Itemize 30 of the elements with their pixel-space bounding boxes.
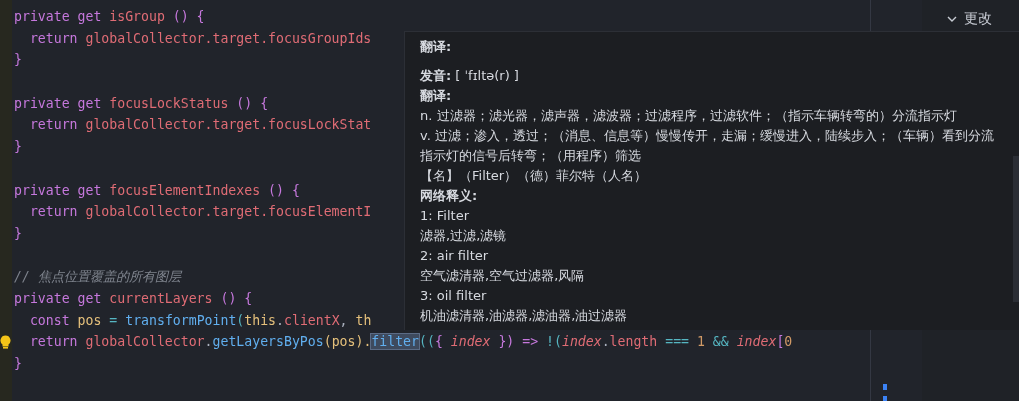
definition-text: 2: air filter [420, 247, 490, 265]
code-line: private get isGroup () { [14, 9, 205, 24]
section-heading: 网络释义: [420, 187, 479, 205]
code-line: } [14, 52, 22, 68]
code-line: } [14, 356, 22, 371]
code-line: private get currentLayers () { [14, 290, 253, 306]
minimap-marker [883, 396, 887, 401]
definition-text: 发音: [ ˈfɪltə(r) ] [420, 67, 520, 85]
code-line: } [14, 139, 22, 155]
code-line: return globalCollector.target.focusGroupIds [28, 30, 372, 46]
definition-text: 1: Filter [420, 207, 470, 225]
code-line: private get focusLockStatus () { [14, 95, 269, 111]
definition-text: 滤器,过滤,滤镜 [420, 227, 508, 245]
definition-text: 3: oil filter [420, 287, 488, 305]
minimap-marker [883, 384, 887, 390]
code-line: return globalCollector.target.focusElementI [28, 204, 372, 220]
definition-text: n. 过滤器；滤光器，滤声器，滤波器；过滤程序，过滤软件；（指示车辆转弯的）分流指示灯 [420, 107, 958, 125]
definition-text: 机油滤清器,油滤器,滤油器,油过滤器 [420, 307, 629, 325]
code-comment: // 焦点位置覆盖的所有图层 [14, 269, 181, 285]
code-line: } [14, 225, 22, 241]
section-header[interactable]: 更改 [946, 10, 992, 28]
code-line: return globalCollector.target.focusLockStat [28, 117, 372, 133]
definition-text: v. 过滤；渗入，透过；（消息、信息等）慢慢传开，走漏；缓慢进入，陆续步入；（车辆）看到分流指示灯的信号后转弯；（用程序）筛选 [420, 127, 995, 165]
popup-title: 翻译: [420, 38, 453, 56]
section-heading: 翻译: [420, 87, 453, 105]
code-line: const pos = transformPoint(this.clientX, th [28, 312, 372, 328]
definition-text: 空气滤清器,空气过滤器,风隔 [420, 267, 586, 285]
code-line: private get focusElementIndexes () { [14, 182, 300, 198]
lightbulb-icon[interactable] [0, 335, 11, 350]
definition-text: 【名】（Filter）（德）菲尔特（人名） [420, 167, 649, 185]
